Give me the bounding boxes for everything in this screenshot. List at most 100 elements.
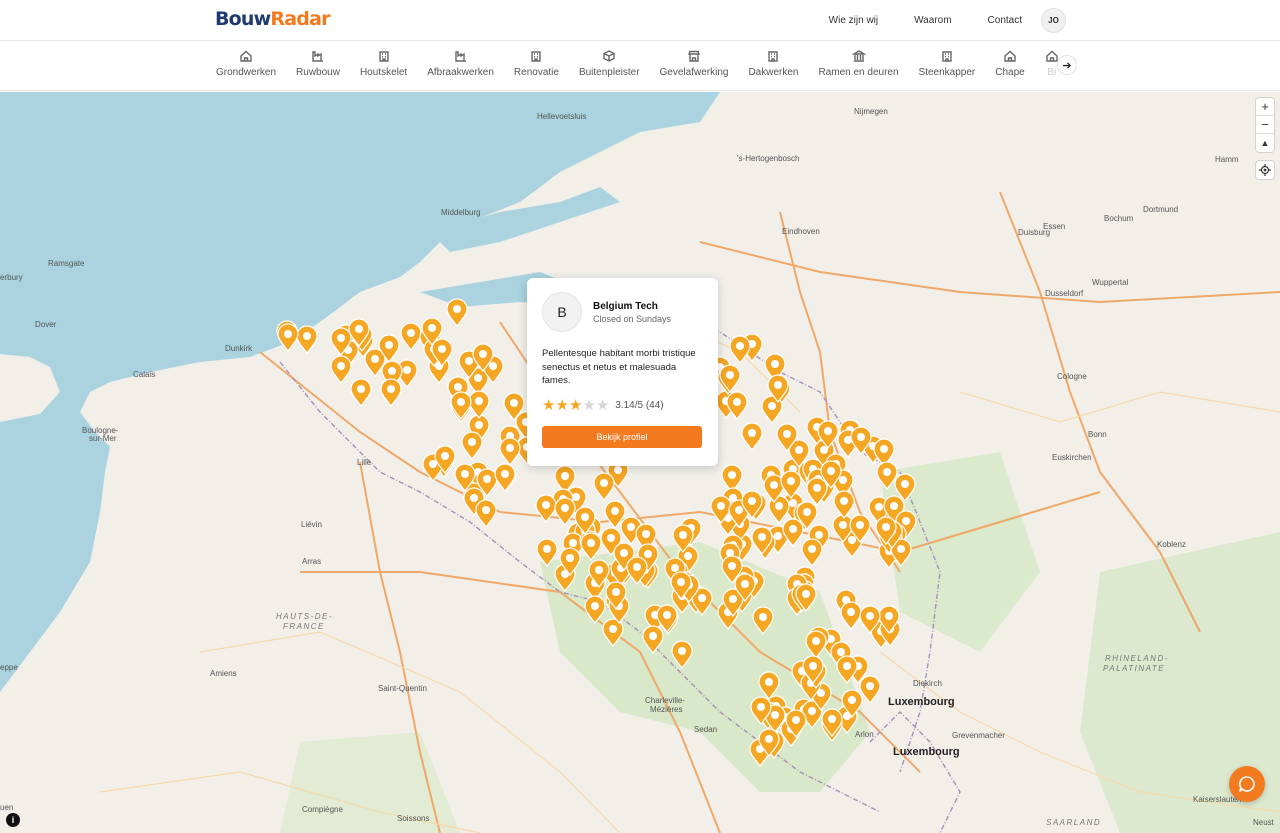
category-afbraakwerken[interactable]: Afbraakwerken — [419, 41, 502, 91]
category-label: Houtskelet — [359, 67, 408, 78]
category-label: Gevelafwerking — [659, 67, 729, 78]
bouwradar-logo[interactable]: BouwRadar — [215, 8, 330, 30]
company-popup-card: B Belgium Tech Closed on Sundays Pellent… — [527, 278, 718, 466]
map-pin-icon[interactable] — [801, 538, 823, 567]
map-pin-icon[interactable] — [277, 323, 299, 352]
map-pin-icon[interactable] — [584, 595, 606, 624]
category-bar: Grondwerken Ruwbouw Houtskelet Afbraakwerke… — [0, 41, 1280, 91]
building-icon — [378, 51, 389, 62]
map-pin-icon[interactable] — [450, 391, 472, 420]
category-label: Chape — [995, 67, 1025, 78]
category-label: Buitenpleister — [578, 67, 640, 78]
zoom-in-button[interactable]: + — [1256, 98, 1274, 116]
building-icon — [768, 51, 779, 62]
logo-text-bouw: Bouw — [215, 8, 271, 30]
star-icon: ★ — [582, 396, 596, 414]
attribution-info-icon[interactable]: i — [6, 813, 20, 827]
map-pin-icon[interactable] — [494, 463, 516, 492]
category-ruwbouw[interactable]: Ruwbouw — [288, 41, 348, 91]
company-opening-status: Closed on Sundays — [593, 313, 672, 324]
category-dakwerken[interactable]: Dakwerken — [740, 41, 806, 91]
category-label: Ruwbouw — [296, 67, 340, 78]
category-label: Steenkapper — [918, 67, 976, 78]
star-icon: ★ — [542, 396, 556, 414]
map-pin-icon[interactable] — [296, 325, 318, 354]
category-label: Bi — [1047, 67, 1057, 78]
factory-icon — [454, 51, 466, 62]
map-pin-icon[interactable] — [499, 437, 521, 466]
map-pin-icon[interactable] — [656, 604, 678, 633]
map-pin-icon[interactable] — [805, 630, 827, 659]
map-pin-icon[interactable] — [642, 625, 664, 654]
map-pin-icon[interactable] — [535, 494, 557, 523]
star-icon: ★ — [568, 396, 583, 414]
map-pin-icon[interactable] — [741, 422, 763, 451]
category-label: Dakwerken — [748, 67, 799, 78]
building-icon — [531, 51, 542, 62]
star-icon: ★ — [595, 396, 610, 414]
map-pin-icon[interactable] — [400, 322, 422, 351]
map-pin-icon[interactable] — [729, 335, 751, 364]
map-pin-icon[interactable] — [350, 378, 372, 407]
box-icon — [603, 50, 615, 62]
locate-me-icon[interactable] — [1256, 161, 1274, 179]
map-pin-icon[interactable] — [602, 618, 624, 647]
map-pin-icon[interactable] — [330, 355, 352, 384]
map-pin-icon[interactable] — [758, 671, 780, 700]
star-icon: ★ — [555, 396, 569, 414]
category-ramen-en-deuren[interactable]: Ramen en deuren — [810, 41, 906, 91]
map-pin-icon[interactable] — [536, 538, 558, 567]
main-nav: Wie zijn wij Waarom Contact — [793, 0, 1022, 41]
compass-reset-button[interactable]: ▲ — [1256, 134, 1274, 152]
category-next-arrow-icon[interactable]: ➔ — [1057, 55, 1077, 75]
map-pin-icon[interactable] — [752, 606, 774, 635]
zoom-control: + − ▲ — [1256, 98, 1274, 152]
landmark-icon — [851, 50, 866, 62]
category-label: Ramen en deuren — [818, 67, 899, 78]
view-profile-button[interactable]: Bekijk profiel — [542, 425, 702, 448]
map-pin-icon[interactable] — [726, 391, 748, 420]
house-icon — [240, 50, 252, 62]
map-pin-icon[interactable] — [446, 298, 468, 327]
user-avatar[interactable]: JO — [1041, 8, 1066, 33]
map-pin-icon[interactable] — [836, 655, 858, 684]
nav-contact[interactable]: Contact — [988, 15, 1022, 26]
category-steenkapper[interactable]: Steenkapper — [911, 41, 984, 91]
map-pin-icon[interactable] — [593, 472, 615, 501]
map-pin-icon[interactable] — [461, 431, 483, 460]
factory-icon — [312, 51, 323, 62]
category-buitenpleister[interactable]: Buitenpleister — [571, 41, 648, 91]
map-pin-icon[interactable] — [468, 390, 490, 419]
building-icon — [942, 51, 952, 62]
category-label: Afbraakwerken — [427, 67, 494, 78]
map-pin-icon[interactable] — [859, 675, 881, 704]
category-houtskelet[interactable]: Houtskelet — [352, 41, 415, 91]
category-chape[interactable]: Chape — [987, 41, 1032, 91]
category-list: Grondwerken Ruwbouw Houtskelet Afbraakwerke… — [208, 41, 1064, 91]
category-label: Grondwerken — [216, 67, 277, 78]
map-pin-icon[interactable] — [380, 378, 402, 407]
map-pin-icon[interactable] — [580, 532, 602, 561]
category-renovatie[interactable]: Renovatie — [506, 41, 567, 91]
category-grondwerken[interactable]: Grondwerken — [208, 41, 284, 91]
zoom-out-button[interactable]: − — [1256, 116, 1274, 134]
company-rating: ★ ★ ★ ★ ★ 3.14/5 (44) — [542, 398, 703, 413]
nav-waarom[interactable]: Waarom — [914, 15, 951, 26]
map-pin-icon[interactable] — [833, 490, 855, 519]
map-pin-icon[interactable] — [475, 499, 497, 528]
chat-bubble-icon[interactable] — [1229, 766, 1265, 802]
rating-text: 3.14/5 (44) — [615, 399, 664, 411]
logo-text-radar: Radar — [270, 8, 330, 30]
map-pin-icon[interactable] — [554, 497, 576, 526]
map-pin-icon[interactable] — [671, 640, 693, 669]
map-pin-icon[interactable] — [840, 601, 862, 630]
company-description: Pellentesque habitant morbi tristique se… — [542, 348, 696, 386]
company-avatar: B — [542, 292, 582, 332]
top-header: BouwRadar Wie zijn wij Waarom Contact JO — [0, 0, 1280, 41]
house-icon — [1004, 50, 1016, 62]
category-label: Renovatie — [513, 67, 559, 78]
category-gevelafwerking[interactable]: Gevelafwerking — [652, 41, 737, 91]
nav-wie-zijn-wij[interactable]: Wie zijn wij — [829, 15, 878, 26]
map-pin-icon[interactable] — [876, 461, 898, 490]
company-name: Belgium Tech — [593, 300, 658, 312]
